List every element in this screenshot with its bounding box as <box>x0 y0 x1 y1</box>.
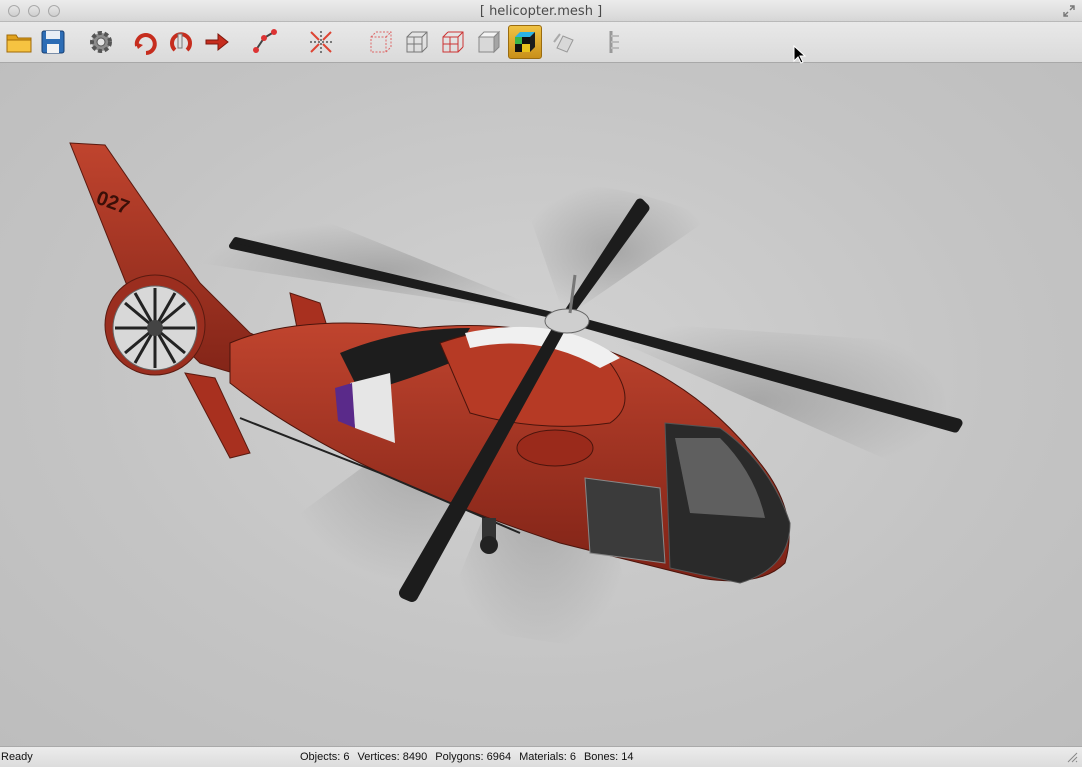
bones-list-button[interactable] <box>596 25 630 59</box>
solid-cube-icon <box>477 30 501 54</box>
normals-icon <box>310 31 332 53</box>
solid-button[interactable] <box>472 25 506 59</box>
rotate-button[interactable] <box>128 25 162 59</box>
textured-cube-icon <box>515 32 535 52</box>
normals-button[interactable] <box>304 25 338 59</box>
wireframe-button[interactable] <box>400 25 434 59</box>
wireframe-red-button[interactable] <box>436 25 470 59</box>
settings-button[interactable] <box>84 25 118 59</box>
animation-icon <box>553 33 574 53</box>
orbit-arrow-icon <box>170 32 192 52</box>
save-button[interactable] <box>36 25 70 59</box>
mouse-cursor-icon <box>793 45 807 64</box>
textured-button[interactable] <box>508 25 542 59</box>
resize-grip-icon[interactable] <box>1067 752 1078 763</box>
rotate-arrow-icon <box>134 33 157 55</box>
toolbar <box>0 22 1082 63</box>
bounding-box-icon <box>370 31 392 53</box>
fullscreen-icon[interactable] <box>1062 4 1076 18</box>
orbit-button[interactable] <box>164 25 198 59</box>
wireframe-cube-icon <box>406 31 428 53</box>
title-bar: [ helicopter.mesh ] <box>0 0 1082 22</box>
bones-count: Bones: 14 <box>583 751 634 763</box>
skeleton-button[interactable] <box>248 25 282 59</box>
3d-viewport[interactable]: 027 <box>0 63 1082 746</box>
objects-count: Objects: 6 <box>300 751 350 763</box>
folder-icon <box>6 34 32 53</box>
move-button[interactable] <box>200 25 234 59</box>
floppy-disk-icon <box>41 30 65 54</box>
bone-icon <box>253 29 277 53</box>
mesh-stats: Objects: 6 Vertices: 8490 Polygons: 6964… <box>300 751 634 763</box>
animation-button[interactable] <box>548 25 582 59</box>
polygons-count: Polygons: 6964 <box>435 751 512 763</box>
vertices-count: Vertices: 8490 <box>357 751 428 763</box>
wireframe-red-cube-icon <box>442 31 464 53</box>
materials-count: Materials: 6 <box>519 751 576 763</box>
bounding-box-button[interactable] <box>364 25 398 59</box>
status-text: Ready <box>1 751 33 763</box>
window-title: [ helicopter.mesh ] <box>479 4 603 19</box>
gear-icon <box>90 31 112 53</box>
bone-hierarchy-icon <box>609 31 619 53</box>
status-bar: Ready Objects: 6 Vertices: 8490 Polygons… <box>0 746 1082 767</box>
helicopter-model: 027 <box>69 142 963 653</box>
move-arrow-icon <box>205 32 229 52</box>
open-button[interactable] <box>2 25 36 59</box>
